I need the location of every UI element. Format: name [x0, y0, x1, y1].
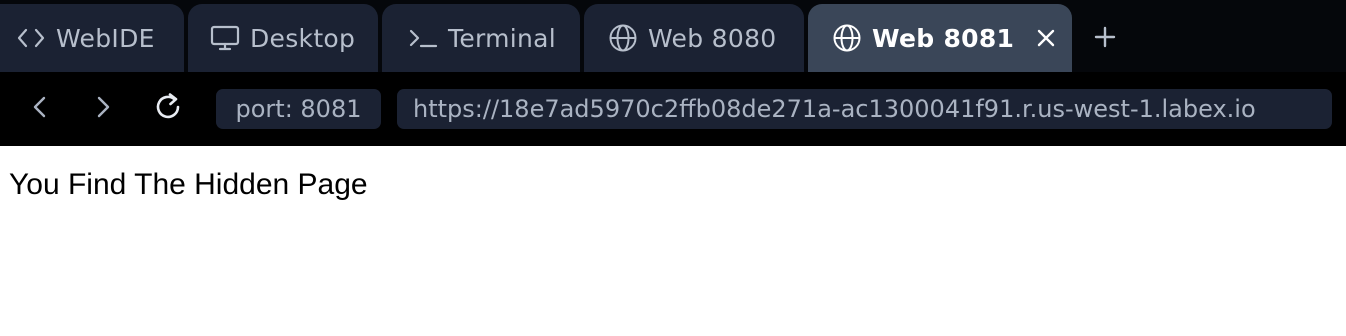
- monitor-icon: [210, 25, 240, 51]
- web-page-content: You Find The Hidden Page: [0, 146, 1346, 336]
- tab-label: Terminal: [448, 23, 557, 53]
- navigation-bar: port: 8081 https://18e7ad5970c2ffb08de27…: [0, 72, 1346, 146]
- tab-web-8081[interactable]: Web 8081: [808, 4, 1072, 72]
- tab-label: Web 8080: [648, 23, 777, 53]
- reload-button[interactable]: [148, 89, 188, 129]
- plus-icon: [1093, 25, 1117, 53]
- chevron-right-icon: [93, 95, 113, 123]
- url-field[interactable]: https://18e7ad5970c2ffb08de271a-ac130004…: [397, 89, 1332, 129]
- tab-label: Desktop: [250, 23, 356, 53]
- back-button[interactable]: [20, 89, 60, 129]
- globe-icon: [608, 23, 638, 53]
- reload-icon: [152, 91, 184, 127]
- page-heading: You Find The Hidden Page: [9, 168, 368, 201]
- globe-icon: [832, 23, 862, 53]
- tab-label: WebIDE: [56, 23, 155, 53]
- chevron-left-icon: [30, 95, 50, 123]
- tab-label: Web 8081: [872, 23, 1015, 53]
- tab-webide[interactable]: WebIDE: [0, 4, 184, 72]
- tab-desktop[interactable]: Desktop: [188, 4, 378, 72]
- terminal-prompt-icon: [408, 26, 438, 50]
- close-icon[interactable]: [1036, 28, 1056, 48]
- tab-terminal[interactable]: Terminal: [382, 4, 580, 72]
- add-tab-button[interactable]: [1088, 22, 1122, 56]
- port-badge: port: 8081: [216, 89, 381, 129]
- tab-web-8080[interactable]: Web 8080: [584, 4, 804, 72]
- tab-bar: WebIDE Desktop Terminal Web 8080 Web 808…: [0, 0, 1346, 72]
- code-brackets-icon: [16, 26, 46, 50]
- forward-button[interactable]: [83, 89, 123, 129]
